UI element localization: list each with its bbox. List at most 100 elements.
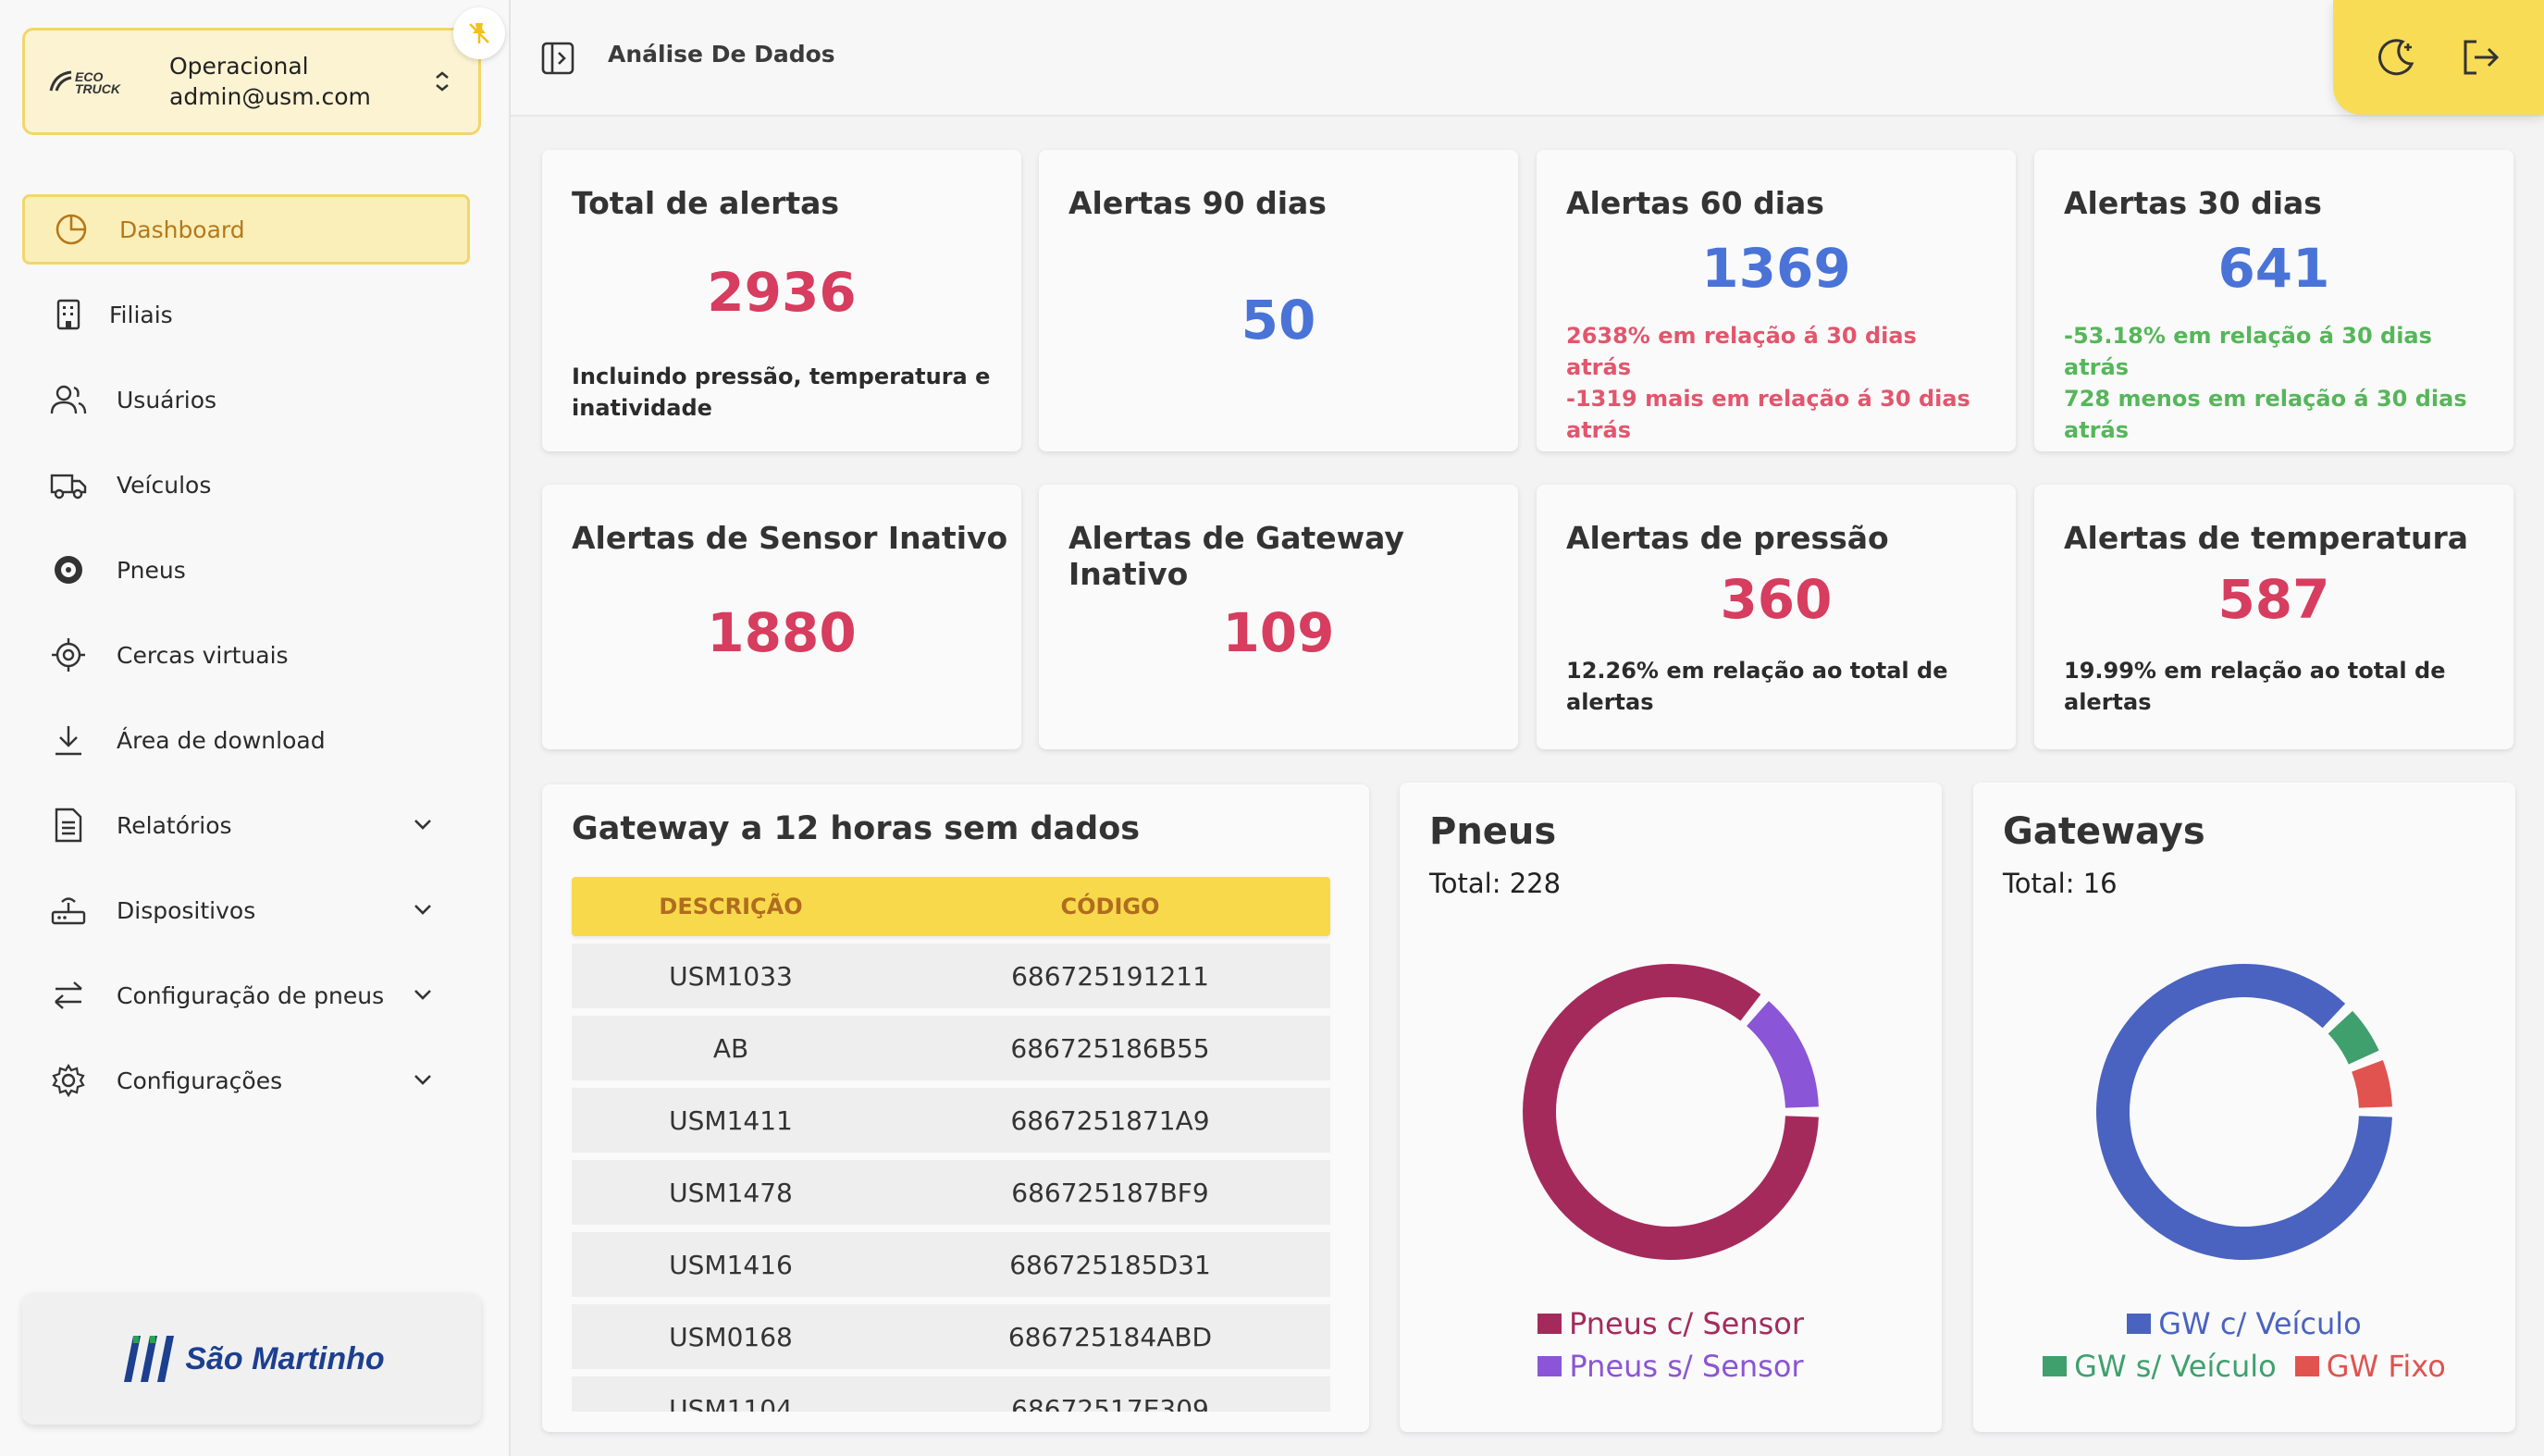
moon-icon	[2377, 39, 2414, 76]
account-switcher[interactable]: ECO TRUCK Operacional admin@usm.com	[22, 28, 481, 135]
eco-truck-logo: ECO TRUCK	[47, 63, 151, 100]
cell-descricao: USM1033	[669, 960, 793, 992]
sidebar-toggle-icon[interactable]	[540, 41, 575, 76]
cell-codigo: 686725187BF9	[1011, 1177, 1209, 1208]
table-row[interactable]: USM1033 686725191211	[572, 944, 1330, 1008]
table-header: DESCRIÇÃO CÓDIGO	[572, 877, 1330, 936]
cell-descricao: USM1478	[669, 1177, 793, 1208]
column-header-descricao[interactable]: DESCRIÇÃO	[572, 894, 890, 919]
stat-note: 2638% em relação á 30 dias atrás -1319 m…	[1566, 320, 1986, 446]
pin-off-icon[interactable]	[453, 7, 505, 59]
table-title: Gateway a 12 horas sem dados	[572, 810, 1141, 847]
chevron-down-icon[interactable]	[409, 1066, 437, 1093]
cell-descricao: USM1411	[669, 1104, 793, 1136]
table-row[interactable]: USM1104 68672517E309	[572, 1376, 1330, 1412]
sidebar-item-filiais[interactable]: Filiais	[22, 279, 470, 350]
svg-text:TRUCK: TRUCK	[75, 81, 121, 96]
legend-item[interactable]: Pneus c/ Sensor	[1537, 1306, 1804, 1341]
brand-card: São Martinho	[22, 1293, 481, 1425]
building-icon	[50, 296, 87, 333]
sidebar-item-label: Configurações	[117, 1067, 283, 1094]
chart-legend: GW c/ Veículo GW s/ Veículo GW Fixo	[1973, 1306, 2515, 1391]
page-title: Análise De Dados	[608, 41, 835, 68]
stat-value: 1369	[1701, 237, 1851, 300]
column-header-codigo[interactable]: CÓDIGO	[890, 894, 1330, 919]
tire-icon	[50, 551, 87, 588]
donut-slice[interactable]	[2096, 964, 2392, 1260]
chevron-down-icon[interactable]	[409, 981, 437, 1008]
legend-item[interactable]: GW c/ Veículo	[2127, 1306, 2362, 1341]
gateways-chart-card: Gateways Total: 16 GW c/ Veículo GW s/ V…	[1973, 783, 2515, 1432]
stat-value: 641	[2217, 237, 2330, 300]
table-row[interactable]: AB 686725186B55	[572, 1016, 1330, 1080]
swap-icon	[50, 977, 87, 1014]
legend-label: GW s/ Veículo	[2074, 1349, 2277, 1384]
legend-item[interactable]: GW Fixo	[2294, 1349, 2446, 1384]
logout-icon	[2464, 40, 2500, 75]
stat-title: Alertas de temperatura	[2064, 520, 2469, 556]
stat-card-total: Total de alertas 2936 Incluindo pressão,…	[542, 150, 1021, 451]
table-body[interactable]: USM1033 686725191211 AB 686725186B55 USM…	[572, 936, 1330, 1412]
sidebar-item-configuracoes[interactable]: Configurações	[22, 1045, 470, 1116]
brand-name: São Martinho	[185, 1340, 385, 1376]
stat-note-value: 728	[2064, 386, 2111, 412]
legend-item[interactable]: Pneus s/ Sensor	[1538, 1349, 1804, 1384]
dark-mode-button[interactable]	[2373, 34, 2419, 80]
gateway-table-card: Gateway a 12 horas sem dados DESCRIÇÃO C…	[542, 784, 1369, 1432]
stat-title: Alertas de pressão	[1566, 520, 1889, 556]
stat-card-sensor-inativo: Alertas de Sensor Inativo 1880	[542, 485, 1021, 749]
table-row[interactable]: USM1411 6867251871A9	[572, 1088, 1330, 1153]
chevron-up-down-icon[interactable]	[428, 68, 456, 95]
stat-note: Incluindo pressão, temperatura e inativi…	[572, 364, 991, 421]
donut-slice[interactable]	[1747, 1001, 1819, 1108]
account-name: Operacional	[169, 53, 309, 80]
logout-button[interactable]	[2458, 34, 2504, 80]
cell-descricao: USM0168	[669, 1321, 793, 1352]
cell-codigo: 686725184ABD	[1007, 1321, 1213, 1352]
table-row[interactable]: USM1416 686725185D31	[572, 1232, 1330, 1297]
stat-value: 587	[2217, 568, 2330, 631]
sidebar-item-veiculos[interactable]: Veículos	[22, 450, 470, 520]
pneus-chart-card: Pneus Total: 228 Pneus c/ Sensor Pneus s…	[1400, 783, 1942, 1432]
sidebar-item-usuarios[interactable]: Usuários	[22, 364, 470, 435]
cell-codigo: 6867251871A9	[1010, 1104, 1210, 1136]
topbar-actions	[2333, 0, 2544, 115]
sidebar-item-relatorios[interactable]: Relatórios	[22, 790, 470, 860]
sidebar-item-dispositivos[interactable]: Dispositivos	[22, 875, 470, 945]
stat-value: 50	[1241, 289, 1316, 352]
truck-icon	[50, 466, 87, 503]
chevron-down-icon[interactable]	[409, 895, 437, 923]
stat-value: 109	[1222, 601, 1335, 664]
sidebar-nav: Dashboard Filiais Usuários Veículos Pneu…	[22, 194, 470, 1130]
sidebar-item-configuracao-pneus[interactable]: Configuração de pneus	[22, 960, 470, 1030]
document-icon	[50, 807, 87, 844]
table-row[interactable]: USM1478 686725187BF9	[572, 1160, 1330, 1225]
stat-title: Alertas de Sensor Inativo	[572, 520, 1008, 556]
sidebar-item-area-download[interactable]: Área de download	[22, 705, 470, 775]
stat-card-pressao: Alertas de pressão 360 12.26% em relação…	[1537, 485, 2016, 749]
stat-card-60-dias: Alertas 60 dias 1369 2638% em relação á …	[1537, 150, 2016, 451]
donut-slice[interactable]	[2328, 1010, 2379, 1065]
sidebar-item-label: Filiais	[109, 301, 173, 328]
pie-chart-icon	[53, 211, 90, 248]
sidebar: ECO TRUCK Operacional admin@usm.com Dash…	[0, 0, 511, 1456]
chevron-down-icon[interactable]	[409, 810, 437, 838]
legend-swatch	[1537, 1314, 1562, 1334]
sidebar-item-cercas-virtuais[interactable]: Cercas virtuais	[22, 620, 470, 690]
stat-note: -53.18% em relação á 30 dias atrás 728 m…	[2064, 320, 2484, 446]
stat-title: Alertas 30 dias	[2064, 185, 2322, 221]
legend-item[interactable]: GW s/ Veículo	[2043, 1349, 2277, 1384]
stat-card-gateway-inativo: Alertas de Gateway Inativo 109	[1039, 485, 1518, 749]
topbar: Análise De Dados	[511, 0, 2544, 117]
sidebar-item-label: Usuários	[117, 386, 217, 413]
stat-note-value: -53.18%	[2064, 323, 2166, 349]
legend-label: Pneus s/ Sensor	[1569, 1349, 1804, 1384]
stat-title: Alertas de Gateway Inativo	[1068, 520, 1404, 592]
donut-slice[interactable]	[2352, 1059, 2392, 1108]
table-row[interactable]: USM0168 686725184ABD	[572, 1304, 1330, 1369]
sidebar-item-dashboard[interactable]: Dashboard	[22, 194, 470, 265]
cell-codigo: 686725186B55	[1010, 1032, 1210, 1064]
sidebar-item-pneus[interactable]: Pneus	[22, 535, 470, 605]
sao-martinho-logo	[124, 1336, 175, 1382]
cell-codigo: 68672517E309	[1011, 1393, 1209, 1413]
